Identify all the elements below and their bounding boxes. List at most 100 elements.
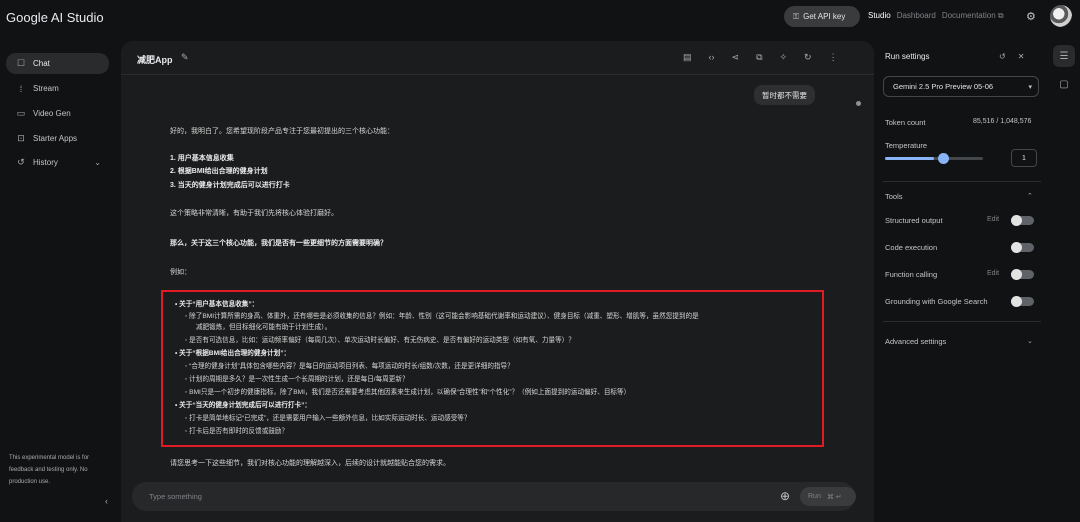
structured-output-edit[interactable]: Edit bbox=[987, 216, 999, 223]
temperature-label: Temperature bbox=[885, 141, 928, 150]
run-label: Run bbox=[808, 493, 821, 500]
list-item: 1. 用户基本信息收集 bbox=[170, 155, 234, 162]
run-settings-title: Run settings bbox=[885, 52, 930, 61]
close-icon[interactable]: ✕ bbox=[1018, 52, 1025, 61]
list-item: 2. 根据BMI给出合理的健身计划 bbox=[170, 168, 268, 175]
sidebar-item-chat[interactable]: ☐ Chat bbox=[6, 53, 109, 74]
top-bar: Google AI Studio ⚿ Get API key Studio Da… bbox=[0, 0, 1080, 34]
response-intro: 好的，我明白了。您希望现阶段产品专注于您最初提出的三个核心功能： bbox=[170, 128, 394, 135]
sidebar-item-label: Starter Apps bbox=[33, 134, 78, 143]
tool-grounding: Grounding with Google Search bbox=[885, 297, 988, 306]
page-title: 减肥App bbox=[137, 55, 173, 65]
temperature-slider-fill bbox=[885, 157, 934, 160]
boxed-line: ◦ 除了BMI计算所需的身高、体重外，还有哪些是必须收集的信息？例如：年龄、性别… bbox=[185, 313, 699, 320]
history-icon: ↺ bbox=[17, 157, 25, 167]
token-count-value: 85,516 / 1,048,576 bbox=[973, 118, 1032, 125]
tune-icon[interactable]: ☰ bbox=[1053, 45, 1075, 67]
chevron-down-icon[interactable]: ⌄ bbox=[1027, 337, 1033, 345]
function-calling-edit[interactable]: Edit bbox=[987, 270, 999, 277]
boxed-line: • 关于“当天的健身计划完成后可以进行打卡”： bbox=[175, 402, 312, 409]
collapse-sidebar-icon[interactable]: ‹ bbox=[105, 496, 108, 506]
response-paragraph: 例如： bbox=[170, 269, 191, 276]
sidebar-item-video-gen[interactable]: ▭ Video Gen bbox=[6, 103, 109, 124]
more-icon[interactable]: ⋮ bbox=[829, 52, 838, 63]
chevron-up-icon[interactable]: ⌃ bbox=[1027, 192, 1033, 200]
edit-title-icon[interactable]: ✎ bbox=[181, 52, 189, 63]
model-indicator-dot bbox=[856, 101, 861, 106]
chat-header: 减肥App ✎ ▤ ‹› ⋖ ⧉ ✧ ↻ ⋮ bbox=[121, 41, 874, 75]
gallery-icon[interactable]: ▢ bbox=[1053, 73, 1075, 95]
dashboard-link[interactable]: Dashboard bbox=[897, 11, 936, 21]
function-calling-toggle[interactable] bbox=[1011, 269, 1034, 280]
boxed-line: • 关于“用户基本信息收集”： bbox=[175, 301, 259, 308]
chat-icon: ☐ bbox=[16, 58, 26, 68]
chat-toolbar: ▤ ‹› ⋖ ⧉ ✧ ↻ ⋮ bbox=[683, 52, 838, 63]
refresh-icon[interactable]: ↻ bbox=[804, 52, 812, 63]
chevron-down-icon: ⌄ bbox=[94, 158, 101, 167]
sidebar-item-starter-apps[interactable]: ⊡ Starter Apps bbox=[6, 128, 109, 149]
add-media-icon[interactable]: ⊕ bbox=[780, 489, 790, 503]
run-button[interactable]: Run ⌘ ↵ bbox=[800, 487, 856, 506]
divider bbox=[883, 321, 1041, 322]
avatar[interactable] bbox=[1050, 5, 1072, 27]
run-settings-panel: Run settings ↺ ✕ Gemini 2.5 Pro Preview … bbox=[877, 41, 1047, 522]
apps-icon: ⊡ bbox=[17, 133, 25, 143]
temperature-slider[interactable] bbox=[885, 153, 983, 164]
advanced-settings-label[interactable]: Advanced settings bbox=[885, 337, 946, 346]
temperature-input[interactable]: 1 bbox=[1011, 149, 1037, 167]
get-api-key-label: Get API key bbox=[803, 12, 846, 21]
boxed-line: 减肥锻炼，但目标细化可能有助于计划生成）。 bbox=[196, 324, 332, 331]
chat-panel: 减肥App ✎ ▤ ‹› ⋖ ⧉ ✧ ↻ ⋮ 暂时都不需要 好的，我明白了。您希… bbox=[121, 41, 874, 522]
reset-icon[interactable]: ↺ bbox=[999, 52, 1006, 61]
stream-icon: ⁞ bbox=[19, 83, 23, 94]
save-icon[interactable]: ▤ bbox=[683, 52, 692, 63]
share-icon[interactable]: ⋖ bbox=[732, 52, 740, 63]
boxed-line: ◦ BMI只是一个初步的健康指标，除了BMI，我们是否还需要考虑其他因素来生成计… bbox=[185, 389, 631, 396]
boxed-line: ◦ 打卡后是否有即时的反馈或鼓励？ bbox=[185, 428, 289, 435]
studio-link[interactable]: Studio bbox=[868, 11, 891, 21]
code-execution-toggle[interactable] bbox=[1011, 242, 1034, 253]
boxed-line: • 关于“根据BMI给出合理的健身计划”： bbox=[175, 350, 291, 357]
sidebar: ☐ Chat ⁞ Stream ▭ Video Gen ⊡ Starter Ap… bbox=[0, 34, 118, 522]
prompt-input[interactable]: Type something ⊕ Run ⌘ ↵ bbox=[132, 482, 856, 511]
sidebar-item-label: History bbox=[33, 158, 58, 167]
list-item: 3. 当天的健身计划完成后可以进行打卡 bbox=[170, 182, 290, 189]
temperature-slider-thumb[interactable] bbox=[938, 153, 949, 164]
boxed-line: ◦ 是否有可选信息，比如：运动频率偏好（每周几次）、单次运动时长偏好、有无伤病史… bbox=[185, 337, 575, 344]
token-count-label: Token count bbox=[885, 118, 926, 127]
tool-structured-output: Structured output bbox=[885, 216, 943, 225]
compare-icon[interactable]: ⧉ bbox=[756, 52, 762, 63]
sidebar-item-label: Stream bbox=[33, 84, 59, 93]
response-paragraph: 这个策略非常清晰，有助于我们先将核心体验打磨好。 bbox=[170, 210, 338, 217]
documentation-link[interactable]: Documentation ⧉ bbox=[942, 11, 1004, 21]
boxed-line: ◦ “合理的健身计划”具体包含哪些内容？是每日的运动项目列表、每项运动的时长/组… bbox=[185, 363, 514, 370]
settings-gear-icon[interactable]: ⚙ bbox=[1026, 10, 1036, 23]
grounding-toggle[interactable] bbox=[1011, 296, 1034, 307]
boxed-line: ◦ 打卡是简单地标记“已完成”，还是需要用户输入一些额外信息，比如实际运动时长、… bbox=[185, 415, 471, 422]
magic-icon[interactable]: ✧ bbox=[780, 52, 788, 63]
model-name: Gemini 2.5 Pro Preview 05-06 bbox=[893, 82, 994, 91]
run-shortcut: ⌘ ↵ bbox=[826, 493, 842, 501]
sidebar-item-label: Video Gen bbox=[33, 109, 71, 118]
top-links: Studio Dashboard Documentation ⧉ bbox=[868, 11, 1004, 21]
structured-output-toggle[interactable] bbox=[1011, 215, 1034, 226]
sidebar-item-label: Chat bbox=[33, 59, 50, 68]
get-api-key-button[interactable]: ⚿ Get API key bbox=[784, 6, 860, 27]
highlight-box: • 关于“用户基本信息收集”： ◦ 除了BMI计算所需的身高、体重外，还有哪些是… bbox=[161, 290, 824, 447]
tool-code-execution: Code execution bbox=[885, 243, 938, 252]
right-rail: ☰ ▢ bbox=[1050, 41, 1080, 522]
video-icon: ▭ bbox=[16, 108, 26, 118]
app-logo[interactable]: Google AI Studio bbox=[6, 10, 104, 25]
tool-function-calling: Function calling bbox=[885, 270, 938, 279]
response-paragraph: 那么，关于这三个核心功能，我们是否有一些更细节的方面需要明确？ bbox=[170, 240, 387, 247]
divider bbox=[883, 181, 1041, 182]
run-settings-icons: ↺ ✕ bbox=[999, 52, 1024, 61]
prompt-placeholder: Type something bbox=[149, 492, 202, 501]
sidebar-item-history[interactable]: ↺ History ⌄ bbox=[6, 152, 109, 173]
sidebar-item-stream[interactable]: ⁞ Stream bbox=[6, 78, 109, 99]
code-icon[interactable]: ‹› bbox=[709, 52, 715, 63]
experimental-note: This experimental model is for feedback … bbox=[9, 455, 90, 485]
user-message: 暂时都不需要 bbox=[754, 85, 815, 105]
key-icon: ⚿ bbox=[793, 11, 800, 21]
model-selector[interactable]: Gemini 2.5 Pro Preview 05-06 ▾ bbox=[883, 76, 1039, 97]
